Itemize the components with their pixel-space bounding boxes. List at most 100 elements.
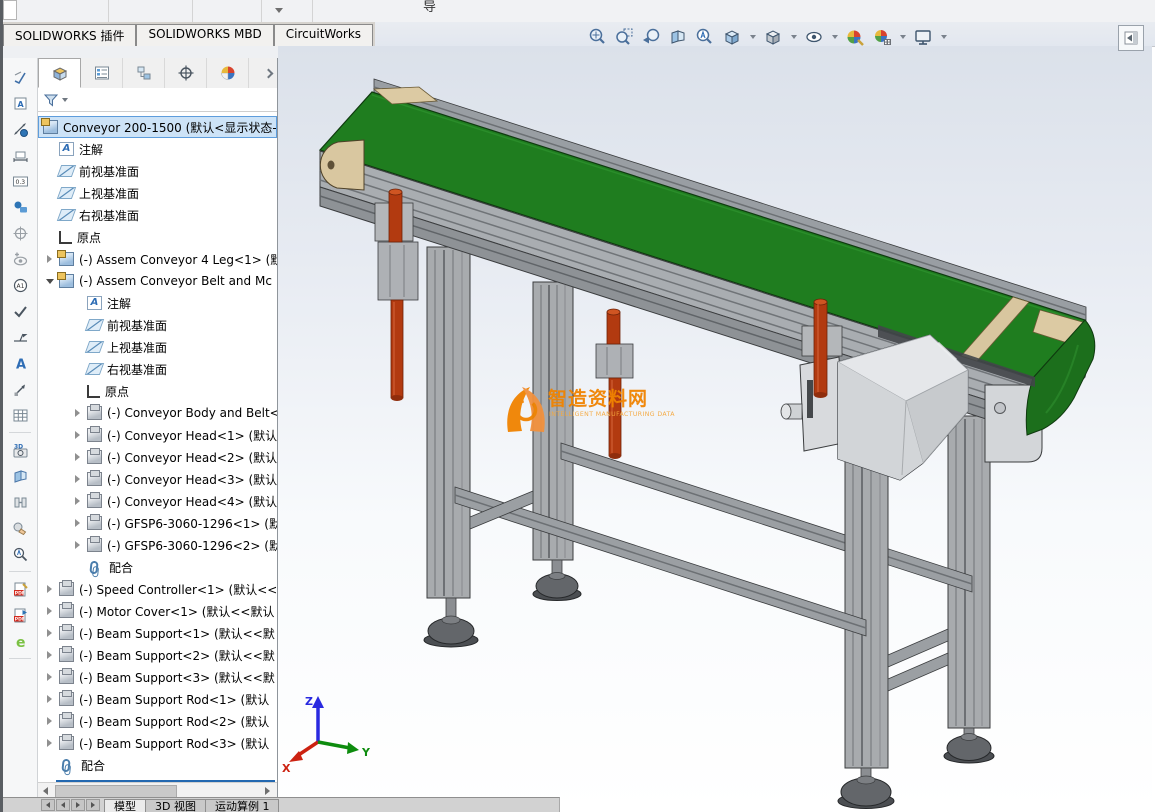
leader-icon[interactable]	[7, 376, 33, 402]
expand-icon[interactable]	[40, 578, 59, 600]
nav-first-button[interactable]	[41, 799, 55, 811]
expand-icon[interactable]	[68, 402, 87, 424]
tree-item[interactable]: (-) Conveyor Head<4> (默认	[38, 490, 277, 512]
edrawings-icon[interactable]: e	[7, 628, 33, 654]
previous-view-icon[interactable]	[640, 26, 662, 48]
expand-icon[interactable]	[68, 490, 87, 512]
tab-featuremanager[interactable]	[38, 58, 81, 88]
show-annotations-icon[interactable]	[7, 246, 33, 272]
view-settings-icon[interactable]	[912, 26, 934, 48]
filter-funnel-icon[interactable]	[43, 92, 59, 108]
tree-item[interactable]: A 注解	[38, 138, 277, 160]
tree-filter-bar[interactable]	[38, 88, 277, 112]
tree-item[interactable]: (-) GFSP6-3060-1296<2> (默	[38, 534, 277, 556]
big-note-icon[interactable]: A	[7, 350, 33, 376]
tab-model[interactable]: 模型	[104, 799, 146, 812]
nav-next-button[interactable]	[71, 799, 85, 811]
dropdown-caret-icon[interactable]	[939, 26, 948, 48]
note-icon[interactable]: A	[7, 90, 33, 116]
beam-support-rod-2[interactable]	[595, 308, 634, 459]
tab-displaymanager[interactable]	[207, 58, 249, 88]
filter-dropdown-caret-icon[interactable]	[62, 97, 68, 102]
expand-icon[interactable]	[40, 666, 59, 688]
zoom-area-icon[interactable]	[613, 26, 635, 48]
tree-item[interactable]: 上视基准面	[38, 182, 277, 204]
dropdown-caret-icon[interactable]	[789, 26, 798, 48]
tree-item[interactable]: (-) Conveyor Body and Belt<	[38, 402, 277, 424]
scroll-left-icon[interactable]	[40, 785, 51, 796]
tree-item[interactable]: (-) Beam Support<3> (默认<<默	[38, 666, 277, 688]
adjustable-foot[interactable]	[943, 727, 995, 764]
expand-icon[interactable]	[40, 622, 59, 644]
speed-controller[interactable]	[780, 356, 844, 452]
tree-item[interactable]: 原点	[38, 380, 277, 402]
expand-icon[interactable]	[68, 424, 87, 446]
edit-appearance-icon[interactable]	[844, 26, 866, 48]
tree-item[interactable]: (-) GFSP6-3060-1296<1> (默	[38, 512, 277, 534]
section-view-icon[interactable]	[667, 26, 689, 48]
dropdown-caret-icon[interactable]	[898, 26, 907, 48]
conveyor-3d-model[interactable]: 智造资料网 INTELLIGENT MANUFACTURING DATA Z X…	[278, 55, 1152, 812]
adjustable-foot[interactable]	[532, 559, 582, 601]
tab-3d-views[interactable]: 3D 视图	[146, 799, 206, 812]
tree-item[interactable]: 配合	[38, 556, 277, 578]
beam-support-rod-1[interactable]	[374, 188, 419, 401]
apply-scene-icon[interactable]	[871, 26, 893, 48]
datum-target-icon[interactable]	[7, 220, 33, 246]
hide-show-items-icon[interactable]	[803, 26, 825, 48]
pdf-3d-export-icon[interactable]: PDF	[7, 602, 33, 628]
tree-item[interactable]: 前视基准面	[38, 314, 277, 336]
view-balloon-icon[interactable]: A1	[7, 272, 33, 298]
tree-item[interactable]: (-) Speed Controller<1> (默认<<	[38, 578, 277, 600]
tree-item[interactable]: (-) Motor Cover<1> (默认<<默认	[38, 600, 277, 622]
tree-item[interactable]: (-) Beam Support Rod<1> (默认	[38, 688, 277, 710]
toolbar-dropdown-caret-icon[interactable]	[275, 8, 283, 13]
tree-horizontal-scrollbar[interactable]	[38, 782, 277, 798]
tree-item[interactable]: 右视基准面	[38, 358, 277, 380]
tree-item[interactable]: (-) Assem Conveyor 4 Leg<1> (默	[38, 248, 277, 270]
zoom-fit-icon[interactable]	[586, 26, 608, 48]
datum-icon[interactable]	[7, 194, 33, 220]
tab-dimxpertmanager[interactable]	[165, 58, 207, 88]
tree-item[interactable]: A 注解	[38, 292, 277, 314]
expand-icon[interactable]	[40, 688, 59, 710]
display-style-icon[interactable]	[762, 26, 784, 48]
3d-view-capture-icon[interactable]: 3D	[7, 437, 33, 463]
basic-dimension-icon[interactable]	[7, 142, 33, 168]
tree-item[interactable]: (-) Beam Support Rod<2> (默认	[38, 710, 277, 732]
scroll-right-icon[interactable]	[262, 785, 273, 796]
tree-item[interactable]: (-) Beam Support<1> (默认<<默	[38, 622, 277, 644]
expand-icon[interactable]	[40, 600, 59, 622]
dynamic-section-icon[interactable]	[7, 463, 33, 489]
smart-dimension-icon[interactable]	[7, 116, 33, 142]
tree-item[interactable]: (-) Conveyor Head<3> (默认	[38, 468, 277, 490]
tree-item[interactable]: 右视基准面	[38, 204, 277, 226]
weld-symbol-icon[interactable]	[7, 324, 33, 350]
tree-item[interactable]: 原点	[38, 226, 277, 248]
nav-prev-button[interactable]	[56, 799, 70, 811]
expand-icon[interactable]	[68, 468, 87, 490]
dropdown-caret-icon[interactable]	[830, 26, 839, 48]
panel-tabs-overflow-icon[interactable]	[259, 58, 277, 88]
check-icon[interactable]	[7, 298, 33, 324]
search-annotation-icon[interactable]	[7, 541, 33, 567]
view-orientation-icon[interactable]	[721, 26, 743, 48]
expand-icon[interactable]	[68, 512, 87, 534]
pdf-3d-edit-icon[interactable]: PDF	[7, 576, 33, 602]
tree-item[interactable]: (-) Assem Conveyor Belt and Mc	[38, 270, 277, 292]
tab-configurationmanager[interactable]	[123, 58, 165, 88]
expand-icon[interactable]	[40, 710, 59, 732]
table-icon[interactable]	[7, 402, 33, 428]
expand-icon[interactable]	[68, 446, 87, 468]
expand-icon[interactable]	[68, 534, 87, 556]
surface-finish-icon[interactable]	[7, 64, 33, 90]
tree-item[interactable]: 前视基准面	[38, 160, 277, 182]
adjustable-foot[interactable]	[837, 767, 895, 809]
compare-icon[interactable]	[7, 489, 33, 515]
leg-front-left[interactable]	[426, 246, 471, 599]
expand-icon[interactable]	[40, 732, 59, 754]
tree-item-root[interactable]: Conveyor 200-1500 (默认<显示状态-	[38, 116, 277, 138]
expand-icon[interactable]	[40, 644, 59, 666]
tree-item[interactable]: (-) Beam Support Rod<3> (默认	[38, 732, 277, 754]
taskpane-collapse-button[interactable]	[1118, 25, 1144, 51]
